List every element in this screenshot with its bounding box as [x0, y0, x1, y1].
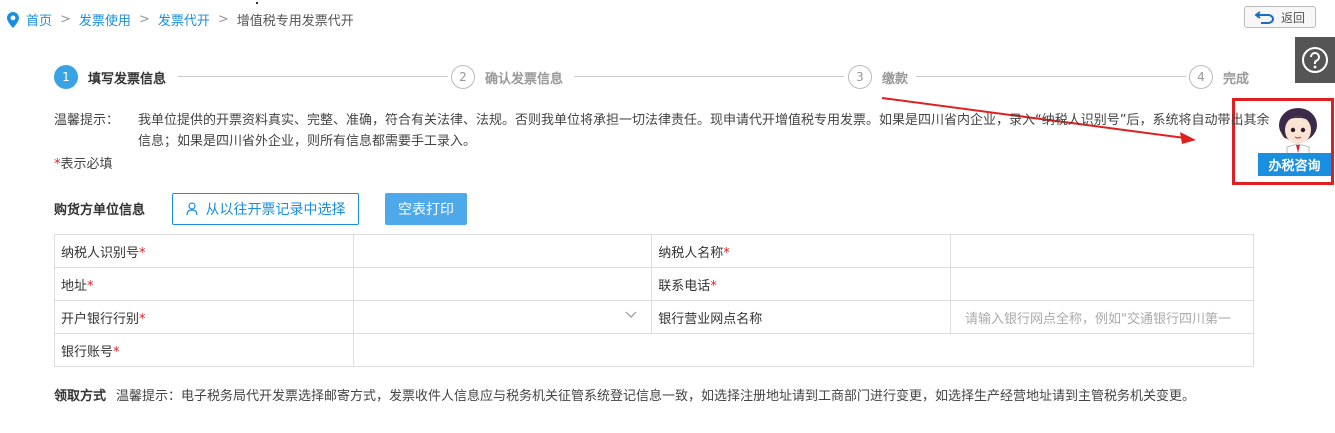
step-connector [178, 76, 448, 77]
step-connector [916, 76, 1186, 77]
customer-service-avatar [1279, 108, 1317, 155]
breadcrumb-home[interactable]: 首页 [26, 10, 52, 29]
step-label: 缴款 [882, 71, 909, 87]
buyer-section-title: 购货方单位信息 [54, 203, 146, 218]
stray-dot [256, 2, 258, 4]
user-icon [185, 202, 198, 216]
step-number: 3 [848, 65, 872, 89]
step-number: 4 [1189, 65, 1213, 89]
phone-label: 联系电话* [651, 267, 951, 301]
bank-branch-placeholder: 请输入银行网点全称，例如"交通银行四川第一 [964, 311, 1231, 327]
step-confirm-info: 2 确认发票信息 [451, 64, 563, 90]
buyer-info-table: 纳税人识别号* 纳税人名称* 地址* 联系电话* 开户银行行别* 银行营业网点名… [54, 234, 1255, 367]
bank-branch-label: 银行营业网点名称 [651, 300, 951, 334]
tax-consult-button[interactable]: 办税咨询 [1258, 153, 1331, 176]
pickup-method: 领取方式 温馨提示：电子税务局代开发票选择邮寄方式，发票收件人信息应与税务机关征管… [54, 386, 1264, 407]
step-complete: 4 完成 [1189, 64, 1249, 90]
tip-label: 温馨提示： [54, 113, 120, 128]
breadcrumb-separator: > [138, 12, 150, 27]
bank-type-label: 开户银行行别* [54, 300, 354, 334]
breadcrumb-invoice-use[interactable]: 发票使用 [79, 10, 131, 29]
breadcrumb-invoice-issue[interactable]: 发票代开 [158, 10, 210, 29]
help-button[interactable] [1295, 37, 1335, 83]
step-payment: 3 缴款 [848, 64, 908, 90]
address-input[interactable] [352, 267, 653, 301]
blank-print-button[interactable]: 空表打印 [385, 193, 467, 225]
breadcrumb-separator: > [217, 12, 229, 27]
step-number: 1 [54, 65, 78, 89]
step-label: 完成 [1223, 71, 1250, 87]
chevron-down-icon [625, 311, 637, 318]
location-pin-icon [7, 11, 19, 28]
breadcrumb-current: 增值税专用发票代开 [236, 14, 354, 29]
bank-account-input[interactable] [352, 333, 1255, 367]
question-circle-icon [1302, 47, 1328, 73]
table-row: 银行账号* [54, 333, 1255, 367]
tip-text: 我单位提供的开票资料真实、完整、准确，符合有关法律、法规。否则我单位将承担一切法… [138, 113, 1270, 149]
table-row: 纳税人识别号* 纳税人名称* [54, 234, 1255, 268]
step-connector [574, 76, 844, 77]
bank-type-select[interactable] [352, 300, 653, 334]
taxpayer-name-label: 纳税人名称* [651, 234, 951, 268]
back-button-label: 返回 [1280, 10, 1305, 25]
progress-steps: 1 填写发票信息 2 确认发票信息 3 缴款 4 完成 [54, 64, 1254, 90]
breadcrumb: 首页 > 发票使用 > 发票代开 > 增值税专用发票代开 [6, 10, 354, 29]
step-fill-info: 1 填写发票信息 [54, 64, 166, 90]
phone-input[interactable] [949, 267, 1255, 301]
step-label: 填写发票信息 [88, 71, 167, 87]
step-number: 2 [451, 65, 475, 89]
table-row: 地址* 联系电话* [54, 267, 1255, 301]
taxpayer-id-input[interactable] [352, 234, 653, 268]
taxpayer-name-input[interactable] [949, 234, 1255, 268]
step-label: 确认发票信息 [485, 71, 564, 87]
return-arrow-icon [1254, 11, 1274, 24]
pickup-title: 领取方式 [54, 389, 107, 404]
required-note: *表示必填 [54, 157, 113, 172]
address-label: 地址* [54, 267, 354, 301]
pickup-tip: 温馨提示：电子税务局代开发票选择邮寄方式，发票收件人信息应与税务机关征管系统登记… [116, 389, 1196, 404]
bank-account-label: 银行账号* [54, 333, 354, 367]
breadcrumb-separator: > [60, 12, 71, 27]
bank-branch-input[interactable]: 请输入银行网点全称，例如"交通银行四川第一 [949, 300, 1255, 334]
select-history-button[interactable]: 从以往开票记录中选择 [172, 193, 359, 225]
back-button[interactable]: 返回 [1244, 6, 1316, 28]
table-row: 开户银行行别* 银行营业网点名称 请输入银行网点全称，例如"交通银行四川第一 [54, 300, 1255, 334]
select-history-label: 从以往开票记录中选择 [205, 202, 346, 218]
taxpayer-id-label: 纳税人识别号* [54, 234, 354, 268]
